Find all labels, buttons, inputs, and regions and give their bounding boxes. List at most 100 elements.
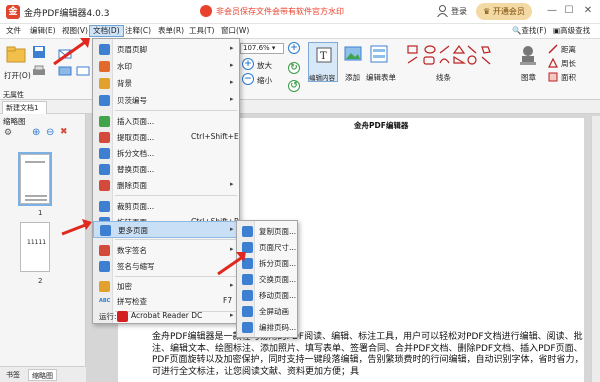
distance-icon[interactable]: [548, 44, 558, 54]
header-footer-icon: [99, 44, 110, 55]
zoom-plus-icon[interactable]: +: [242, 58, 254, 70]
thumb-page-number: 2: [38, 277, 43, 285]
menu-item-extract-page[interactable]: 提取页面... Ctrl+Shift+E: [93, 129, 239, 146]
menu-item-label: 裁剪页面...: [117, 202, 155, 211]
panel-title: 缩略图: [3, 117, 26, 126]
menu-separator: [115, 195, 237, 196]
rotate-cw-icon[interactable]: ↻: [288, 62, 300, 74]
menu-item-run-app[interactable]: 运行: Acrobat Reader DC ▸: [93, 308, 239, 323]
line-label[interactable]: 线条: [436, 72, 451, 83]
user-icon[interactable]: [437, 5, 448, 17]
submenu-item-copy-page[interactable]: 复制页面...: [237, 223, 297, 240]
submenu-item-page-numbering[interactable]: 编排页码...: [237, 319, 297, 336]
open-folder-icon[interactable]: [6, 45, 26, 65]
page-thumbnail[interactable]: [18, 152, 52, 206]
menu-item-header-footer[interactable]: 页眉页脚 ▸: [93, 41, 239, 58]
run-app-name: Acrobat Reader DC: [131, 311, 203, 320]
digital-signature-icon: [99, 245, 110, 256]
edit-form-label[interactable]: 编辑表单: [366, 72, 396, 83]
submenu-item-label: 全屏动画: [259, 307, 289, 316]
promo-text[interactable]: 非会员保存文件会带有软件官方水印: [216, 6, 344, 17]
rotate-ccw-icon[interactable]: ↺: [288, 80, 300, 92]
distance-label[interactable]: 距离: [561, 44, 576, 55]
perimeter-label[interactable]: 周长: [561, 58, 576, 69]
settings-gear-icon[interactable]: ⚙: [4, 128, 12, 138]
menu-item-label: 拼写检查: [117, 297, 147, 306]
open-label[interactable]: 打开(O): [4, 70, 31, 81]
menu-item-label: 删除页面: [117, 181, 147, 190]
vertical-scrollbar[interactable]: [591, 116, 600, 382]
page-thumbnail[interactable]: 11111: [20, 222, 50, 272]
delete-page-icon[interactable]: ✖: [60, 127, 68, 137]
svg-text:T: T: [320, 51, 327, 62]
vip-button[interactable]: ♛ 开通会员: [476, 3, 532, 20]
submenu-item-move-page[interactable]: 移动页面...: [237, 287, 297, 304]
spell-check-icon: ABC: [99, 298, 111, 304]
more-pages-submenu: 复制页面... 页面尺寸... 拆分页面... 交换页面... 移动页面... …: [236, 220, 298, 338]
menu-item-label: 更多页面: [118, 226, 148, 235]
menu-item-bates[interactable]: 贝茨编号 ▸: [93, 92, 239, 109]
menu-item-insert-page[interactable]: 插入页面...: [93, 113, 239, 130]
delete-page-icon: [99, 180, 110, 191]
document-paragraph: 金舟PDF编辑器是一款轻巧易用的PDF阅读、编辑、标注工具，用户可以轻松对PDF…: [152, 332, 584, 377]
edit-form-icon[interactable]: [370, 45, 388, 63]
zoom-out-thumb-icon[interactable]: ⊖: [46, 127, 54, 138]
document-heading: 金舟PDF编辑器: [354, 121, 409, 130]
submenu-arrow-icon: ▸: [230, 44, 234, 52]
menu-item-more-pages[interactable]: 更多页面 ▸: [93, 221, 239, 238]
document-menu: 页眉页脚 ▸ 水印 ▸ 背景 ▸ 贝茨编号 ▸ 插入页面... 提取页面... …: [92, 38, 240, 324]
panel-bottom-tabs: 书签 缩略图: [0, 366, 86, 382]
drawing-tools-grid[interactable]: [404, 43, 500, 87]
area-label[interactable]: 面积: [561, 72, 576, 83]
edit-content-label[interactable]: 编辑内容: [309, 72, 335, 82]
perimeter-icon[interactable]: [548, 58, 558, 68]
app-logo: 金: [6, 5, 20, 19]
stamp-label[interactable]: 图章: [521, 72, 536, 83]
menu-item-watermark[interactable]: 水印 ▸: [93, 58, 239, 75]
panel-toolbar: ⚙ ⊕ ⊖ ✖: [2, 127, 84, 141]
submenu-item-label: 编排页码...: [259, 323, 297, 332]
submenu-arrow-icon: ▸: [230, 61, 234, 69]
menu-file[interactable]: 文件: [3, 25, 24, 37]
menu-item-label: 拆分文档...: [117, 149, 155, 158]
menu-item-label: 页眉页脚: [117, 45, 147, 54]
add-image-icon[interactable]: [344, 45, 362, 63]
page-numbering-icon: [242, 322, 253, 333]
submenu-item-fullscreen-animation[interactable]: 全屏动画: [237, 303, 297, 320]
menu-item-split-document[interactable]: 拆分文档...: [93, 145, 239, 162]
bookmarks-tab[interactable]: 书签: [3, 369, 23, 381]
menu-item-crop-page[interactable]: 裁剪页面...: [93, 198, 239, 215]
minimize-button[interactable]: —: [545, 4, 559, 18]
add-label[interactable]: 添加: [345, 72, 360, 83]
save-icon[interactable]: [32, 45, 46, 59]
zoom-in-thumb-icon[interactable]: ⊕: [32, 127, 40, 138]
print-icon[interactable]: [32, 65, 46, 77]
menu-tools[interactable]: 工具(T): [186, 25, 217, 37]
menu-document[interactable]: 文档(D): [89, 25, 124, 37]
replace-page-icon: [99, 164, 110, 175]
close-button[interactable]: ✕: [581, 4, 595, 18]
menu-window[interactable]: 窗口(W): [218, 25, 252, 37]
menu-item-label: 水印: [117, 62, 132, 71]
document-tab[interactable]: 新建文档1 ×: [2, 101, 47, 124]
menu-comment[interactable]: 注释(C): [122, 25, 154, 37]
lock-icon: [99, 281, 110, 292]
annotation-arrow-icon: [53, 38, 90, 66]
zoom-select[interactable]: 107.6% ▾: [240, 43, 284, 54]
zoom-in-label[interactable]: 放大: [257, 60, 272, 71]
zoom-out-label[interactable]: 缩小: [257, 75, 272, 86]
login-link[interactable]: 登录: [451, 6, 467, 17]
zoom-in-circle-icon[interactable]: +: [288, 42, 300, 54]
zoom-minus-icon[interactable]: −: [242, 73, 254, 85]
thumbnails-tab[interactable]: 缩略图: [28, 369, 57, 381]
menu-form[interactable]: 表单(R): [155, 25, 187, 37]
maximize-button[interactable]: ☐: [562, 4, 576, 18]
crop-page-icon: [99, 201, 110, 212]
menu-item-delete-page[interactable]: 删除页面 ▸: [93, 177, 239, 194]
find-button[interactable]: 🔍查找(F): [512, 25, 547, 37]
menu-item-background[interactable]: 背景 ▸: [93, 75, 239, 92]
area-icon[interactable]: [548, 72, 558, 82]
menu-item-replace-page[interactable]: 替换页面...: [93, 161, 239, 178]
stamp-icon[interactable]: [518, 45, 538, 67]
vip-label: 开通会员: [492, 7, 525, 16]
